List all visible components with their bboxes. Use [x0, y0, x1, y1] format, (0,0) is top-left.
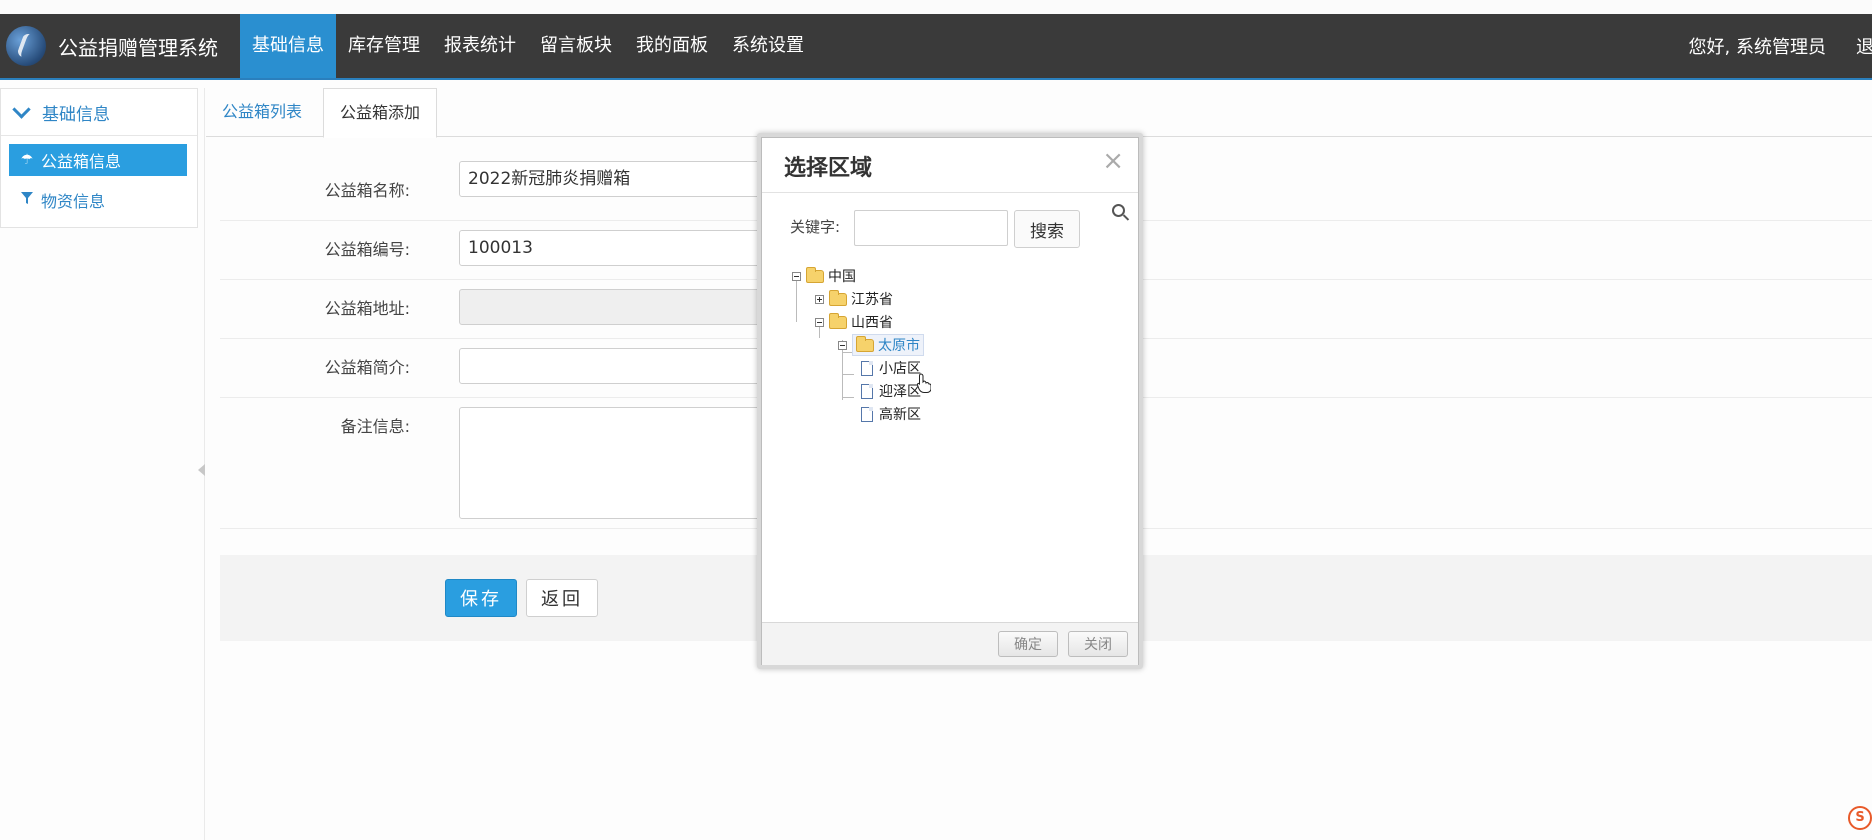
dialog-close-button[interactable]: 关闭	[1068, 631, 1128, 657]
umbrella-icon: ☂	[20, 152, 34, 168]
tree-node-selected[interactable]: 太原市	[852, 334, 924, 356]
folder-icon	[806, 266, 824, 283]
main-menu: 基础信息 库存管理 报表统计 留言板块 我的面板 系统设置	[240, 14, 816, 78]
remark-label: 备注信息:	[340, 417, 410, 436]
logo-icon	[6, 26, 46, 66]
back-button[interactable]: 返回	[526, 579, 598, 617]
file-icon	[861, 383, 873, 399]
keyword-label: 关键字:	[790, 218, 841, 236]
tree-node-label: 小店区	[879, 361, 921, 377]
menu-item-messages[interactable]: 留言板块	[528, 14, 624, 78]
sidebar-item-label: 物资信息	[41, 192, 106, 211]
file-icon	[861, 406, 873, 422]
tree-node-jiangsu[interactable]: 江苏省	[815, 289, 893, 309]
tree-node-china[interactable]: 中国	[792, 266, 856, 286]
app-title: 公益捐赠管理系统	[58, 35, 218, 60]
sidebar: 基础信息 ☂ 公益箱信息 物资信息	[0, 88, 198, 228]
tree-node-xiaodian[interactable]: 小店区	[861, 358, 921, 378]
sidebar-item-box-info[interactable]: ☂ 公益箱信息	[9, 144, 187, 176]
collapse-icon[interactable]	[815, 317, 824, 327]
tree-node-label: 山西省	[851, 315, 893, 331]
tree-node-yingze[interactable]: 迎泽区	[861, 381, 921, 401]
collapse-icon[interactable]	[838, 340, 847, 350]
menu-item-my-panel[interactable]: 我的面板	[624, 14, 720, 78]
brand[interactable]: 公益捐赠管理系统	[0, 14, 240, 78]
dialog-title: 选择区域	[784, 156, 873, 181]
top-navbar: 公益捐赠管理系统 基础信息 库存管理 报表统计 留言板块 我的面板 系统设置 您…	[0, 14, 1872, 80]
tree-node-label: 迎泽区	[879, 384, 921, 400]
save-button[interactable]: 保存	[445, 579, 517, 617]
tree-node-shanxi[interactable]: 山西省	[815, 312, 893, 332]
sidebar-item-label: 公益箱信息	[41, 152, 122, 171]
top-strip	[0, 0, 1872, 14]
tree-node-label: 高新区	[879, 407, 921, 423]
search-button[interactable]: 搜索	[1014, 210, 1080, 248]
menu-item-settings[interactable]: 系统设置	[720, 14, 816, 78]
user-greeting[interactable]: 您好, 系统管理员	[1689, 33, 1826, 59]
search-icon[interactable]	[1112, 204, 1125, 217]
folder-icon	[856, 335, 874, 352]
sidebar-item-material-info[interactable]: 物资信息	[9, 184, 187, 216]
tree-node-label: 太原市	[878, 338, 920, 354]
file-icon	[861, 360, 873, 376]
ime-badge-icon[interactable]: S	[1848, 806, 1872, 830]
collapse-left-icon[interactable]	[198, 464, 205, 476]
tab-box-list[interactable]: 公益箱列表	[212, 88, 312, 136]
folder-icon	[829, 289, 847, 306]
sidebar-header-label: 基础信息	[42, 104, 110, 125]
tab-box-add[interactable]: 公益箱添加	[323, 88, 437, 138]
intro-label: 公益箱简介:	[324, 358, 410, 377]
tree-node-gaoxin[interactable]: 高新区	[861, 404, 921, 424]
region-dialog-body: 选择区域 × 关键字: 搜索 中国 江苏省 山西省 太原市 小店区 迎泽区 高新…	[761, 137, 1139, 665]
hand-cursor-icon	[917, 373, 931, 393]
dialog-divider	[762, 192, 1138, 193]
close-icon[interactable]: ×	[1102, 148, 1124, 174]
tree-node-label: 中国	[828, 269, 856, 285]
filter-icon	[19, 191, 35, 209]
code-label: 公益箱编号:	[324, 240, 410, 259]
menu-item-reports[interactable]: 报表统计	[432, 14, 528, 78]
menu-item-inventory[interactable]: 库存管理	[336, 14, 432, 78]
dialog-footer: 确定 关闭	[762, 622, 1138, 665]
address-label: 公益箱地址:	[324, 299, 410, 318]
collapse-icon[interactable]	[792, 271, 801, 281]
menu-item-basic-info[interactable]: 基础信息	[240, 14, 336, 78]
name-label: 公益箱名称:	[324, 181, 410, 200]
tab-bar: 公益箱列表 公益箱添加	[206, 88, 1872, 138]
tree-node-taiyuan[interactable]: 太原市	[838, 334, 924, 356]
confirm-button[interactable]: 确定	[998, 631, 1058, 657]
tree-node-label: 江苏省	[851, 292, 893, 308]
logout-link[interactable]: 退	[1856, 33, 1872, 59]
region-dialog: 选择区域 × 关键字: 搜索 中国 江苏省 山西省 太原市 小店区 迎泽区 高新…	[757, 133, 1143, 669]
folder-icon	[829, 312, 847, 329]
expand-icon[interactable]	[815, 294, 824, 304]
sidebar-header[interactable]: 基础信息	[1, 89, 197, 136]
chevron-down-icon	[12, 99, 31, 119]
nav-right: 您好, 系统管理员 退	[1689, 14, 1872, 78]
keyword-input[interactable]	[854, 210, 1008, 246]
